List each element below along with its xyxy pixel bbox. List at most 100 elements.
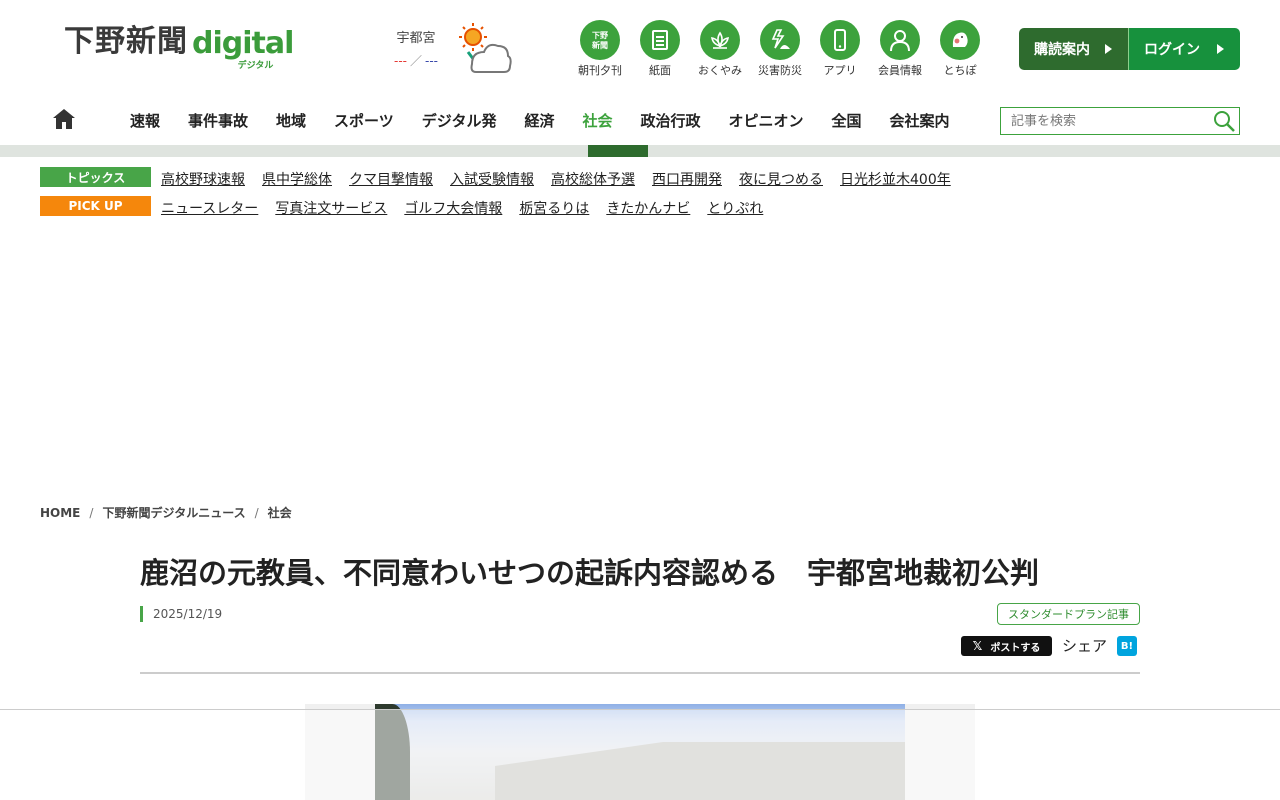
svg-text:新聞: 新聞 xyxy=(592,40,608,50)
x-post-label: ポストする xyxy=(990,642,1041,654)
topic-link[interactable]: 日光杉並木400年 xyxy=(840,164,951,190)
topic-link[interactable]: 西口再開発 xyxy=(652,164,722,190)
icon-nav-label: おくやみ xyxy=(698,64,742,77)
nav-item-national[interactable]: 全国 xyxy=(818,95,876,145)
topic-link[interactable]: 高校総体予選 xyxy=(551,164,635,190)
login-label: ログイン xyxy=(1144,42,1200,58)
nav-item-society[interactable]: 社会 xyxy=(568,95,626,145)
breadcrumb: HOME / 下野新聞デジタルニュース / 社会 xyxy=(40,505,292,521)
header-buttons: 購読案内 ログイン xyxy=(1019,28,1240,70)
pickup-links: ニュースレター 写真注文サービス ゴルフ大会情報 栃宮るりは きたかんナビ とり… xyxy=(161,193,780,219)
breadcrumb-news[interactable]: 下野新聞デジタルニュース xyxy=(102,505,245,521)
icon-nav-item-app[interactable]: アプリ xyxy=(810,20,870,78)
topic-link[interactable]: 県中学総体 xyxy=(262,164,332,190)
nav-item-digital[interactable]: デジタル発 xyxy=(408,95,511,145)
breadcrumb-separator: / xyxy=(254,506,259,520)
search-input[interactable] xyxy=(1001,108,1201,134)
topics-section: トピックス 高校野球速報 県中学総体 クマ目撃情報 入試受験情報 高校総体予選 … xyxy=(40,167,968,225)
icon-nav-item-tochipo[interactable]: とちぽ xyxy=(930,20,990,78)
share-label[interactable]: シェア xyxy=(1062,636,1107,656)
topics-links: 高校野球速報 県中学総体 クマ目撃情報 入試受験情報 高校総体予選 西口再開発 … xyxy=(161,164,968,190)
weather-widget[interactable]: 宇都宮 --- ／ --- xyxy=(388,30,444,70)
weather-high: --- xyxy=(393,54,407,68)
icon-nav-label: 災害防災 xyxy=(758,64,802,77)
x-post-button[interactable]: 𝕏 ポストする xyxy=(961,636,1052,656)
weather-city: 宇都宮 xyxy=(396,31,436,46)
nav-items: 速報 事件事故 地域 スポーツ デジタル発 経済 社会 政治行政 オピニオン 全… xyxy=(116,95,964,145)
topic-link[interactable]: 夜に見つめる xyxy=(739,164,823,190)
nav-item-incidents[interactable]: 事件事故 xyxy=(174,95,262,145)
nav-item-breaking[interactable]: 速報 xyxy=(116,95,174,145)
nav-item-opinion[interactable]: オピニオン xyxy=(715,95,818,145)
pickup-link[interactable]: とりぷれ xyxy=(707,193,763,219)
nav-item-sports[interactable]: スポーツ xyxy=(320,95,408,145)
subscribe-label: 購読案内 xyxy=(1034,42,1090,58)
arrow-right-icon xyxy=(1105,44,1112,54)
site-logo[interactable]: 下野新聞 digital デジタル xyxy=(64,24,294,72)
breadcrumb-society[interactable]: 社会 xyxy=(268,505,292,521)
logo-digital-word: digital xyxy=(192,26,294,61)
topics-row: トピックス 高校野球速報 県中学総体 クマ目撃情報 入試受験情報 高校総体予選 … xyxy=(40,164,968,190)
pickup-link[interactable]: 写真注文サービス xyxy=(275,193,387,219)
nav-item-region[interactable]: 地域 xyxy=(262,95,320,145)
icon-nav-label: 会員情報 xyxy=(878,64,922,77)
article-date: 2025/12/19 xyxy=(140,606,222,622)
site-header: 下野新聞 digital デジタル 宇都宮 --- ／ --- 下野 新聞 朝刊夕刊 xyxy=(0,0,1280,95)
home-icon[interactable] xyxy=(52,108,76,130)
login-button[interactable]: ログイン xyxy=(1129,28,1240,70)
topic-link[interactable]: 高校野球速報 xyxy=(161,164,245,190)
smartphone-icon xyxy=(820,20,860,60)
logo-digital: digital デジタル xyxy=(192,26,294,72)
icon-nav-label: 朝刊夕刊 xyxy=(578,64,622,77)
weather-temps: --- ／ --- xyxy=(388,52,444,70)
icon-nav-label: アプリ xyxy=(823,64,857,77)
disaster-icon xyxy=(760,20,800,60)
hatena-bookmark-button[interactable]: B! xyxy=(1117,636,1138,656)
breadcrumb-separator: / xyxy=(89,506,94,520)
pickup-link[interactable]: ニュースレター xyxy=(161,193,258,219)
article-title: 鹿沼の元教員、不同意わいせつの起訴内容認める 宇都宮地裁初公判 xyxy=(140,556,1040,590)
bottom-overlay xyxy=(0,709,1280,800)
icon-nav-item-morning-evening[interactable]: 下野 新聞 朝刊夕刊 xyxy=(570,20,630,78)
pickup-link[interactable]: きたかんナビ xyxy=(606,193,690,219)
share-row: 𝕏 ポストする シェア B! xyxy=(961,636,1138,656)
weather-low: --- xyxy=(425,54,438,68)
topics-badge: トピックス xyxy=(40,167,151,187)
arrow-right-icon xyxy=(1217,44,1224,54)
icon-nav-item-member[interactable]: 会員情報 xyxy=(870,20,930,78)
pickup-badge: PICK UP xyxy=(40,196,151,216)
icon-nav: 下野 新聞 朝刊夕刊 紙面 おくやみ 災害防災 アプリ 会員情報 とちぽ xyxy=(570,20,990,78)
search-box xyxy=(1000,107,1240,135)
lotus-icon xyxy=(700,20,740,60)
main-nav: 速報 事件事故 地域 スポーツ デジタル発 経済 社会 政治行政 オピニオン 全… xyxy=(0,95,1280,145)
logo-digital-sub: デジタル xyxy=(237,61,274,71)
svg-text:下野: 下野 xyxy=(592,31,608,40)
x-logo-icon: 𝕏 xyxy=(972,639,983,653)
pickup-link[interactable]: 栃宮るりは xyxy=(519,193,589,219)
icon-nav-item-obituary[interactable]: おくやみ xyxy=(690,20,750,78)
subscribe-button[interactable]: 購読案内 xyxy=(1019,28,1129,70)
nav-item-economy[interactable]: 経済 xyxy=(510,95,568,145)
plan-badge: スタンダードプラン記事 xyxy=(997,603,1140,625)
topic-link[interactable]: 入試受験情報 xyxy=(450,164,534,190)
pickup-row: PICK UP ニュースレター 写真注文サービス ゴルフ大会情報 栃宮るりは き… xyxy=(40,193,968,219)
topic-link[interactable]: クマ目撃情報 xyxy=(349,164,433,190)
breadcrumb-home[interactable]: HOME xyxy=(40,505,80,521)
document-icon xyxy=(640,20,680,60)
sunny-then-cloudy-icon xyxy=(459,23,512,73)
weather-separator: ／ xyxy=(409,54,422,68)
search-icon[interactable] xyxy=(1213,110,1235,132)
newspaper-logo-icon: 下野 新聞 xyxy=(580,20,620,60)
person-icon xyxy=(880,20,920,60)
nav-item-politics[interactable]: 政治行政 xyxy=(626,95,714,145)
mascot-icon xyxy=(940,20,980,60)
icon-nav-label: 紙面 xyxy=(649,64,671,77)
icon-nav-label: とちぽ xyxy=(943,64,977,77)
article-divider xyxy=(140,672,1140,674)
icon-nav-item-paper[interactable]: 紙面 xyxy=(630,20,690,78)
logo-main-text: 下野新聞 xyxy=(64,24,188,59)
icon-nav-item-disaster[interactable]: 災害防災 xyxy=(750,20,810,78)
nav-active-indicator xyxy=(588,145,648,157)
nav-item-company[interactable]: 会社案内 xyxy=(876,95,964,145)
pickup-link[interactable]: ゴルフ大会情報 xyxy=(404,193,502,219)
